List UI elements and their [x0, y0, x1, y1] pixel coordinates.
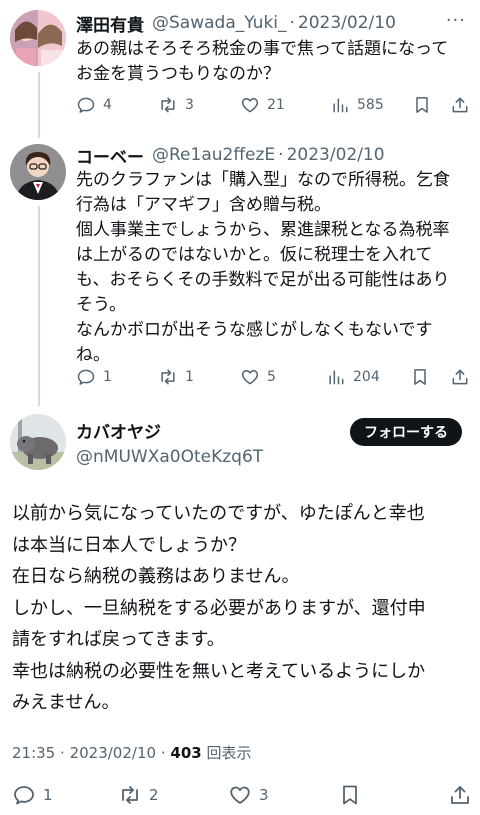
- main-tweet-text: 以前から気になっていたのですが、ゆたぽんと幸也 は本当に日本人でしょうか？ 在日…: [12, 498, 472, 719]
- follow-button[interactable]: フォローする: [350, 418, 462, 446]
- author-handle[interactable]: @nMUWXa0OteKzq6T: [76, 447, 263, 467]
- views-label: 回表示: [206, 744, 252, 762]
- retweet-count: 1: [185, 369, 194, 385]
- view-count: 204: [353, 369, 380, 385]
- tweet-text-line: は本当に日本人でしょうか？: [12, 534, 246, 556]
- views-number[interactable]: 403: [170, 744, 201, 762]
- bookmark-button[interactable]: [412, 95, 448, 115]
- tweet-text-line: 先のクラファンは「購入型」なので所得税。乞食: [76, 170, 450, 190]
- share-button[interactable]: [450, 367, 470, 387]
- bookmark-icon: [414, 369, 426, 385]
- reply-icon: [77, 369, 95, 385]
- retweet-button[interactable]: 1: [158, 367, 240, 387]
- heart-icon: [241, 98, 259, 113]
- reply-count: 4: [103, 97, 112, 113]
- avatar[interactable]: [10, 10, 66, 66]
- share-icon: [452, 369, 468, 385]
- share-icon: [451, 786, 469, 804]
- action-bar: 4 3 21 585: [76, 92, 470, 118]
- views-icon: [333, 98, 348, 113]
- tweet-text-line: しかし、一旦納税をする必要がありますが、還付申: [12, 597, 426, 619]
- bookmark-icon: [343, 785, 357, 805]
- share-button[interactable]: [450, 95, 470, 115]
- tweet-text-line: あの親はそろそろ税金の事で焦って話題になって: [76, 39, 449, 59]
- like-count: 21: [267, 97, 285, 113]
- tweet-text-line: は上がるのではないかと。仮に税理士を入れて: [76, 245, 433, 265]
- tweet-text-line: お金を貰うつもりなのか？: [76, 64, 280, 84]
- tweet-text-line: なんかボロが出そうな感じがしなくもないです: [76, 320, 433, 340]
- tweet-text-line: そう。: [76, 295, 126, 315]
- reply-button[interactable]: 4: [76, 95, 158, 115]
- like-count: 5: [267, 369, 276, 385]
- like-button[interactable]: 5: [240, 367, 326, 387]
- reply-icon: [77, 97, 95, 113]
- retweet-button[interactable]: 3: [158, 95, 240, 115]
- retweet-count: 2: [149, 786, 159, 804]
- more-options-icon[interactable]: ···: [446, 10, 466, 31]
- author-handle[interactable]: @Sawada_Yuki_: [152, 13, 287, 33]
- separator-dot: ·: [60, 744, 65, 762]
- author-name[interactable]: 澤田有貴: [76, 11, 144, 36]
- reply-button[interactable]: 1: [12, 783, 118, 807]
- like-button[interactable]: 21: [240, 95, 330, 115]
- retweet-button[interactable]: 2: [118, 783, 228, 807]
- post-time[interactable]: 21:35: [12, 744, 55, 762]
- like-button[interactable]: 3: [228, 783, 338, 807]
- views-button[interactable]: 204: [326, 367, 410, 387]
- share-icon: [452, 97, 468, 113]
- reply-tweet-1[interactable]: 澤田有貴 @Sawada_Yuki_ · 2023/02/10 ··· あの親は…: [0, 0, 480, 132]
- retweet-icon: [122, 786, 138, 804]
- tweet-text-line: 在日なら納税の義務はありません。: [12, 566, 300, 587]
- separator-dot: ·: [160, 744, 166, 762]
- tweet-text: 先のクラファンは「購入型」なので所得税。乞食 行為は「アマギフ」含め贈与税。 個…: [76, 168, 468, 368]
- bookmark-button[interactable]: [338, 783, 418, 807]
- view-count: 585: [357, 97, 384, 113]
- heart-icon: [241, 370, 259, 385]
- separator-dot: ·: [278, 145, 284, 165]
- tweet-text-line: 以前から気になっていたのですが、ゆたぽんと幸也: [12, 503, 425, 524]
- tweet-text-line: 行為は「アマギフ」含め贈与税。: [76, 195, 331, 215]
- bookmark-icon: [416, 97, 428, 113]
- tweet-text-line: みえません。: [12, 692, 120, 713]
- tweet-text-line: 個人事業主でしょうから、累進課税となる為税率: [76, 220, 450, 240]
- main-action-bar: 1 2 3: [12, 782, 472, 808]
- avatar[interactable]: [10, 414, 66, 470]
- separator-dot: ·: [289, 13, 295, 33]
- tweet-text-line: 請をすれば戻ってきます。: [12, 629, 225, 650]
- post-date[interactable]: 2023/02/10: [298, 13, 396, 33]
- like-count: 3: [259, 786, 269, 804]
- post-date[interactable]: 2023/02/10: [70, 744, 156, 762]
- author-name[interactable]: カバオヤジ: [76, 418, 263, 443]
- tweet-text-line: も、おそらくその手数料で足が出る可能性はあり: [76, 270, 450, 290]
- reply-icon: [14, 786, 34, 805]
- author-name[interactable]: コーベー: [76, 143, 144, 168]
- tweet-text: あの親はそろそろ税金の事で焦って話題になって お金を貰うつもりなのか？: [76, 37, 468, 87]
- avatar[interactable]: [10, 144, 66, 200]
- author-handle[interactable]: @Re1au2ffezE: [152, 145, 275, 165]
- retweet-icon: [161, 369, 175, 385]
- views-button[interactable]: 585: [330, 95, 412, 115]
- retweet-icon: [161, 97, 175, 113]
- retweet-count: 3: [185, 97, 194, 113]
- tweet-text-line: 幸也は納税の必要性を無いと考えているようにしか: [12, 660, 426, 682]
- post-date[interactable]: 2023/02/10: [287, 145, 385, 165]
- reply-tweet-2[interactable]: コーベー @Re1au2ffezE · 2023/02/10 先のクラファンは「…: [0, 138, 480, 398]
- bookmark-button[interactable]: [410, 367, 446, 387]
- views-icon: [329, 370, 344, 385]
- action-bar: 1 1 5 204: [76, 364, 470, 390]
- reply-count: 1: [103, 369, 112, 385]
- reply-button[interactable]: 1: [76, 367, 158, 387]
- tweet-metadata: 21:35 · 2023/02/10 · 403 回表示: [12, 742, 252, 763]
- reply-count: 1: [43, 786, 53, 804]
- share-button[interactable]: [448, 783, 472, 807]
- heart-icon: [230, 786, 250, 804]
